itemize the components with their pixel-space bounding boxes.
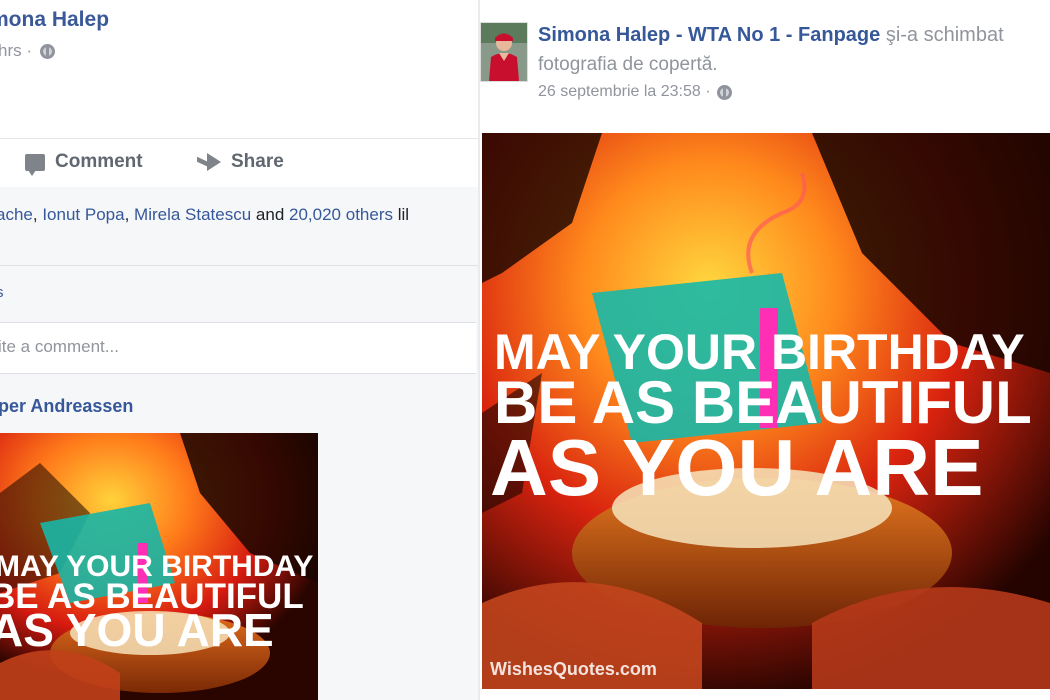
right-post-panel: Simona Halep - WTA No 1 - Fanpage şi-a s… (480, 0, 1050, 700)
post-meta: hrs · (0, 41, 55, 61)
post-action-bar: Comment Share (0, 138, 478, 187)
birthday-image: MAY YOUR BIRTHDAY BE AS BEAUTIFUL AS YOU… (482, 133, 1050, 689)
post-action-text: şi-a schimbat (885, 24, 1004, 46)
page-name-link[interactable]: Simona Halep - WTA No 1 - Fanpage (538, 24, 880, 46)
avatar-image (481, 23, 527, 81)
likes-summary: ache, Ionut Popa, Mirela Statescu and 20… (0, 205, 409, 225)
comment-input[interactable] (0, 333, 458, 361)
likes-trailing-text: lil (392, 205, 410, 224)
liker-link[interactable]: Ionut Popa (42, 205, 124, 224)
share-icon (207, 153, 221, 171)
liker-link[interactable]: Mirela Statescu (134, 205, 251, 224)
share-button-label: Share (231, 151, 284, 172)
commenter-name[interactable]: per Andreassen (0, 396, 133, 417)
divider (0, 265, 478, 266)
page-avatar[interactable] (480, 22, 528, 82)
comment-photo[interactable]: MAY YOUR BIRTHDAY BE AS BEAUTIFUL AS YOU… (0, 433, 318, 700)
cover-photo[interactable]: MAY YOUR BIRTHDAY BE AS BEAUTIFUL AS YOU… (482, 133, 1050, 689)
globe-icon (40, 43, 55, 59)
post-author-name[interactable]: mona Halep (0, 8, 109, 32)
comments-sub-label[interactable]: s (0, 284, 4, 301)
comment-button-label: Comment (55, 151, 143, 172)
share-button[interactable]: Share (197, 151, 284, 173)
post-time[interactable]: hrs · (0, 41, 32, 61)
birthday-image: MAY YOUR BIRTHDAY BE AS BEAUTIFUL AS YOU… (0, 433, 318, 700)
post-timestamp[interactable]: 26 septembrie la 23:58 · (538, 83, 711, 101)
left-post-panel: mona Halep hrs · Comment Share ache, Ion… (0, 0, 478, 700)
liker-link[interactable]: ache (0, 205, 33, 224)
comment-icon (25, 153, 45, 176)
image-text-line: AS YOU ARE (0, 604, 274, 656)
image-watermark: WishesQuotes.com (490, 659, 657, 679)
image-text-line: AS YOU ARE (490, 423, 983, 512)
likes-and-text: and (251, 205, 290, 224)
post-meta: 26 septembrie la 23:58 · (538, 83, 732, 101)
others-likes-link[interactable]: 20,020 others (289, 205, 393, 224)
globe-icon (716, 84, 732, 100)
comment-composer (0, 322, 476, 374)
page-name-line: Simona Halep - WTA No 1 - Fanpage şi-a s… (538, 24, 1004, 47)
comment-button[interactable]: Comment (25, 151, 143, 176)
post-action-text-continued: fotografia de copertă. (538, 54, 718, 75)
